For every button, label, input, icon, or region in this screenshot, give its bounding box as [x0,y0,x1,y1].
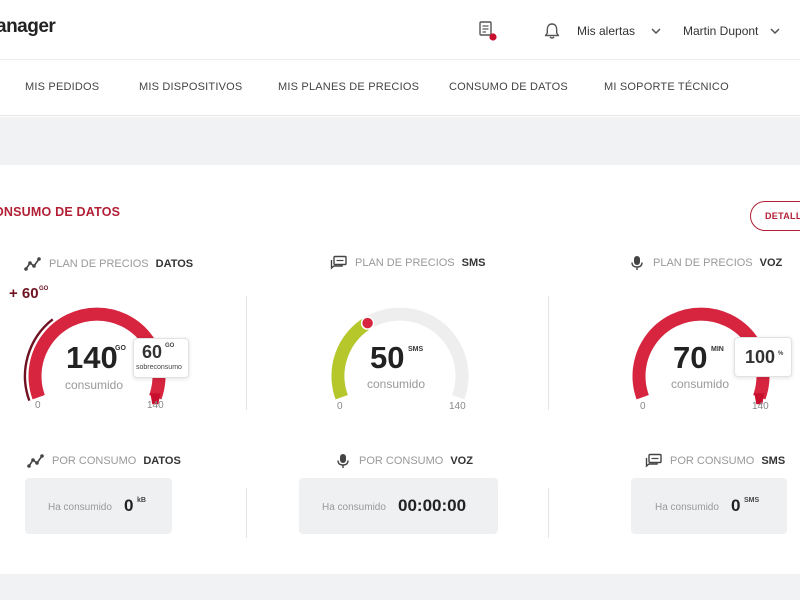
plan-prefix: PLAN DE PRECIOS [49,258,149,270]
gauge-value: 50 [370,340,405,375]
consumption-prefix: POR CONSUMO [52,455,137,467]
plan-header-sms: PLAN DE PRECIOS SMS [330,255,485,271]
column-divider [246,488,247,538]
page-footer-band [0,574,800,600]
column-divider [548,488,549,538]
plan-type: DATOS [155,258,194,270]
microphone-icon [337,454,349,468]
chevron-down-icon [651,28,661,34]
card-value: 00:00:00 [398,496,467,515]
sms-icon [330,255,347,270]
microphone-icon [631,256,643,270]
gauge-min: 0 [35,400,41,411]
bubble-value: 60 [142,342,163,362]
consumption-header-sms: POR CONSUMO SMS [645,453,785,469]
chevron-down-icon [770,28,780,34]
sms-icon [645,453,662,468]
app-logo[interactable]: anager [0,16,56,38]
gauge-unit: MIN [711,346,724,353]
bubble-unit: % [778,351,784,357]
user-menu[interactable]: Martin Dupont [683,20,780,42]
consumption-prefix: POR CONSUMO [670,455,755,467]
alerts-menu[interactable]: Mis alertas [543,20,661,42]
bubble-value: 100 [745,347,776,367]
overage-value: + 60 [9,285,39,302]
consumption-header-data: POR CONSUMO DATOS [27,453,181,469]
data-trend-icon [27,454,44,468]
nav-item-tech-support[interactable]: MI SOPORTE TÉCNICO [604,81,729,93]
gauge-end-marker [360,316,375,330]
notification-document-icon[interactable] [478,20,498,42]
gauge-min: 0 [337,401,343,412]
card-label: Ha consumido [48,502,112,513]
gauge-value: 140 [66,340,118,375]
consumption-type: DATOS [143,455,181,467]
card-value: 0 [124,496,134,515]
bubble-label: sobreconsumo [136,364,182,371]
card-unit: SMS [744,497,760,504]
details-button[interactable]: DETALLE [750,201,800,231]
card-label: Ha consumido [322,502,386,513]
gauge-max: 140 [449,401,466,412]
plan-prefix: PLAN DE PRECIOS [653,257,753,269]
nav-item-data-consumption[interactable]: CONSUMO DE DATOS [449,81,568,93]
plan-header-data: PLAN DE PRECIOS DATOS [24,256,193,272]
gauge-unit: SMS [408,346,424,353]
details-button-label: DETALLE [765,211,800,221]
consumption-type: SMS [761,455,786,467]
gauge-label: consumido [671,377,730,391]
gauge-label: consumido [65,378,124,392]
alerts-label: Mis alertas [577,24,636,38]
nav-item-devices[interactable]: MIS DISPOSITIVOS [139,81,242,93]
gauge-label: consumido [367,377,426,391]
plan-header-voice: PLAN DE PRECIOS VOZ [628,255,782,271]
nav-item-orders[interactable]: MIS PEDIDOS [25,81,99,93]
gauge-max: 140 [752,401,769,412]
gauge-fill [331,317,372,400]
plan-type: VOZ [759,257,783,269]
card-label: Ha consumido [655,502,719,513]
card-unit: kB [137,497,146,504]
gauge-value: 70 [673,340,708,375]
bubble-unit: GO [165,343,175,349]
gauge-unit: GO [115,345,126,352]
overage-unit: GO [39,286,49,292]
consumption-type: VOZ [450,455,473,467]
consumption-header-voice: POR CONSUMO VOZ [334,453,473,469]
section-title: ONSUMO DE DATOS [0,205,121,219]
main-nav: MIS PEDIDOS MIS DISPOSITIVOS MIS PLANES … [0,60,800,116]
page-banner [0,117,800,165]
data-trend-icon [24,257,41,271]
gauge-min: 0 [640,401,646,412]
gauge-max: 140 [147,400,164,411]
plan-prefix: PLAN DE PRECIOS [355,257,455,269]
top-bar: anager Mis alertas Martin Dupont [0,0,800,60]
nav-item-price-plans[interactable]: MIS PLANES DE PRECIOS [278,81,419,93]
consumption-prefix: POR CONSUMO [359,455,444,467]
user-name: Martin Dupont [683,24,759,38]
bell-icon [544,23,560,39]
card-value: 0 [731,496,741,515]
plan-type: SMS [461,257,486,269]
